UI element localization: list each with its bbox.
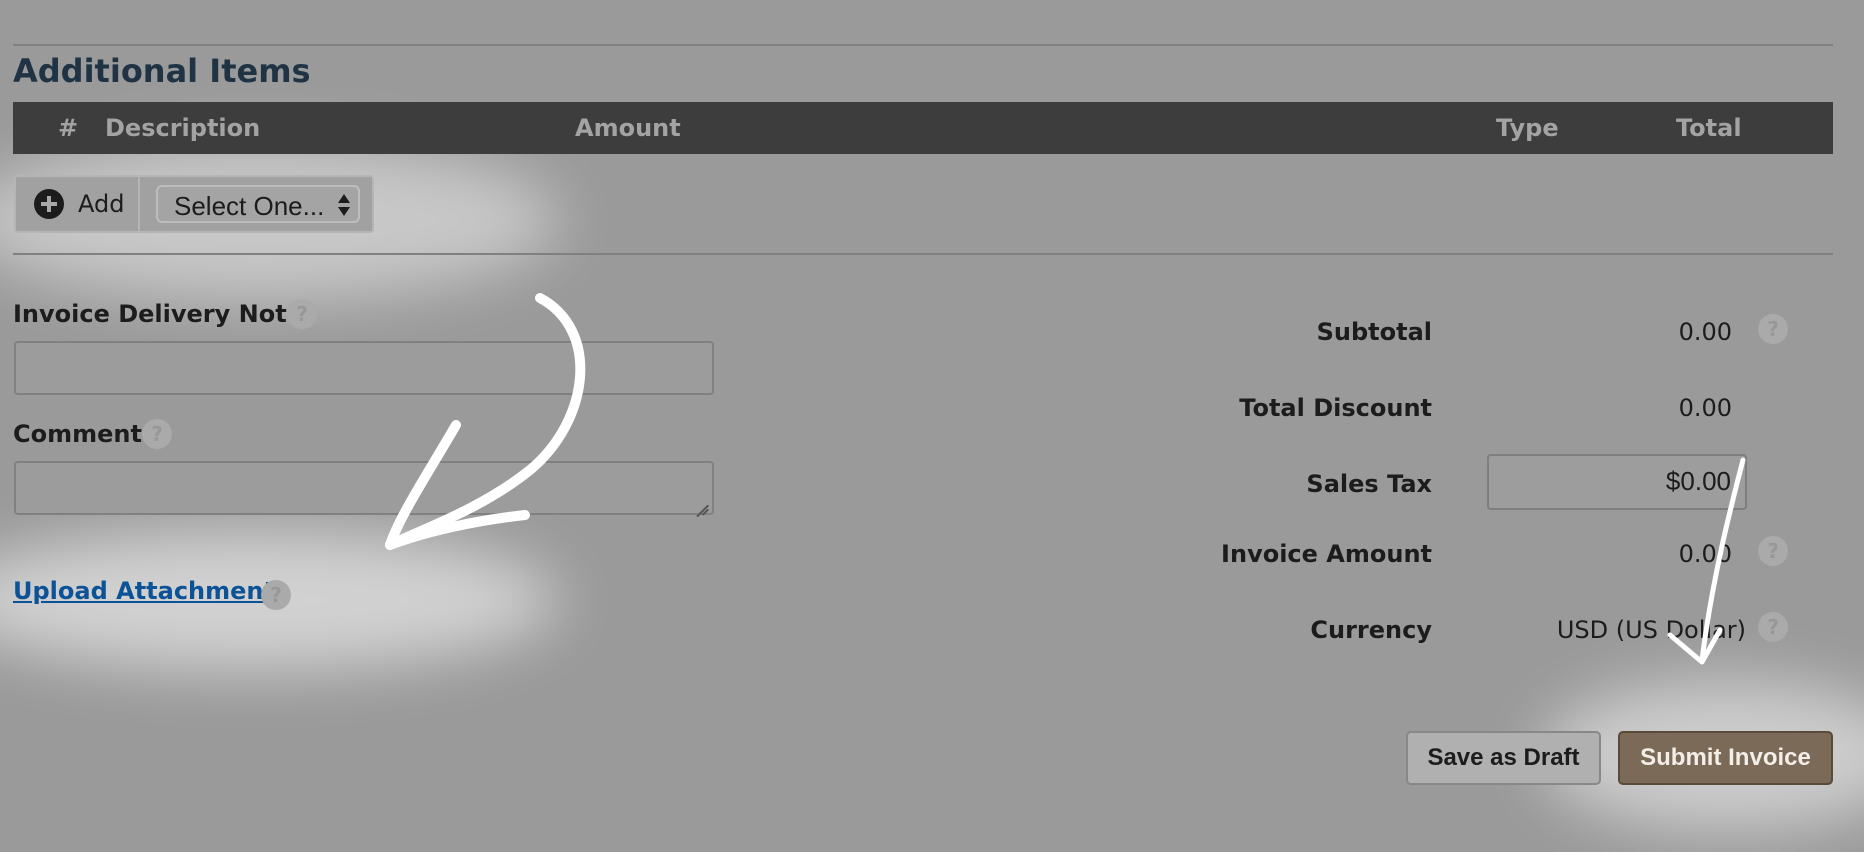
arrow-annotation-icon <box>1667 627 1723 665</box>
arrow-annotation-icon <box>385 293 1746 665</box>
arrow-annotation-icon <box>385 293 586 550</box>
